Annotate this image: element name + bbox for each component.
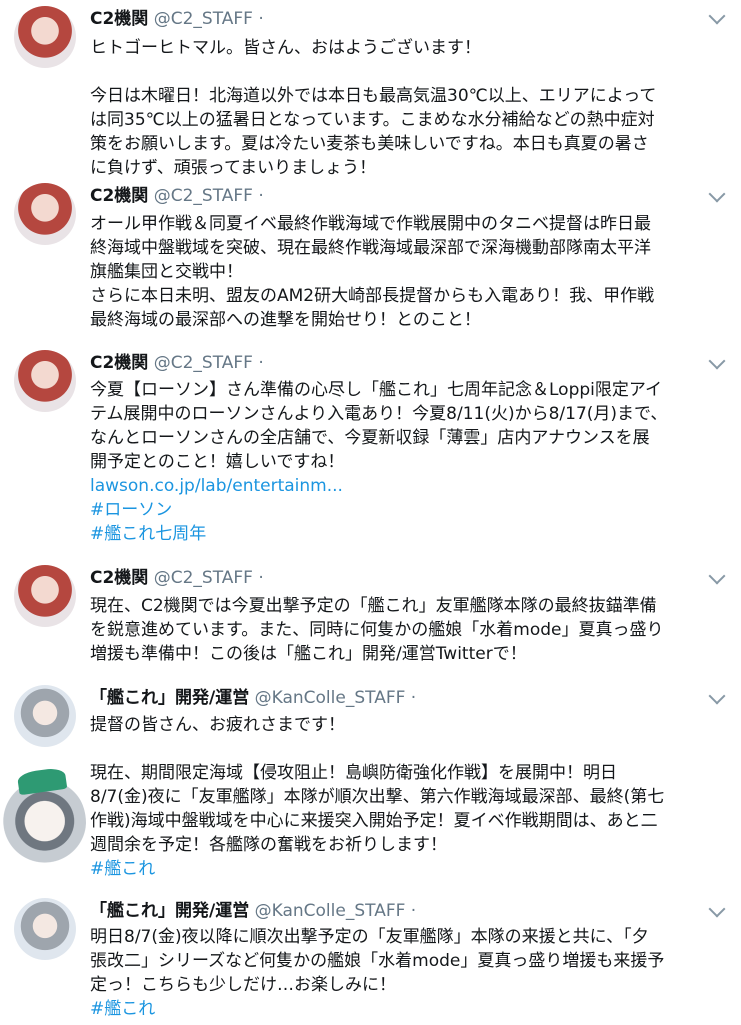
tweet-text: ヒトゴーヒトマル。皆さん、おはようございます！ 今日は木曜日！北海道以外では本日…: [90, 38, 657, 178]
author-handle[interactable]: @KanColle_STAFF ·: [255, 901, 417, 921]
avatar[interactable]: [14, 898, 76, 960]
chevron-down-icon[interactable]: [708, 687, 726, 705]
avatar[interactable]: [14, 685, 76, 747]
hashtag[interactable]: #艦これ七周年: [90, 522, 725, 546]
author-handle[interactable]: @C2_STAFF ·: [154, 568, 264, 588]
avatar[interactable]: [14, 183, 76, 245]
hashtag[interactable]: #艦これ: [90, 997, 725, 1021]
chevron-down-icon[interactable]: [708, 567, 726, 585]
author-name[interactable]: 「艦これ」開発/運営: [90, 688, 249, 708]
tweet-text: 今夏【ローソン】さん準備の心尽し「艦これ」七周年記念＆Loppi限定アイ テム展…: [90, 378, 725, 546]
tweet-link[interactable]: lawson.co.jp/lab/entertainm...: [90, 474, 725, 498]
tweet-text: オール甲作戦＆同夏イベ最終作戦海域で作戦展開中のタニベ提督は昨日最 終海域中盤戦…: [90, 214, 655, 330]
chevron-down-icon[interactable]: [708, 185, 726, 203]
author-handle[interactable]: @KanColle_STAFF ·: [255, 688, 417, 708]
hashtag[interactable]: #ローソン: [90, 498, 725, 522]
author-handle[interactable]: @C2_STAFF ·: [154, 186, 264, 206]
chevron-down-icon[interactable]: [708, 7, 726, 25]
author-name[interactable]: C2機関: [90, 186, 148, 206]
author-name[interactable]: C2機関: [90, 9, 148, 29]
tweet-text: 明日8/7(金)夜以降に順次出撃予定の「友軍艦隊」本隊の来援と共に、「夕 張改二…: [90, 925, 725, 1021]
avatar[interactable]: [14, 350, 76, 412]
author-handle[interactable]: @C2_STAFF ·: [154, 9, 264, 29]
character-illustration: [0, 776, 86, 870]
author-name[interactable]: C2機関: [90, 353, 148, 373]
tweet-text: 提督の皆さん、お疲れさまです！ 現在、期間限定海域【侵攻阻止！島嶼防衛強化作戦】…: [90, 713, 725, 881]
avatar[interactable]: [14, 6, 76, 68]
author-name[interactable]: 「艦これ」開発/運営: [90, 901, 249, 921]
chevron-down-icon[interactable]: [708, 900, 726, 918]
tweet-text: 現在、C2機関では今夏出撃予定の「艦これ」友軍艦隊本隊の最終抜錨準備 を鋭意進め…: [90, 596, 664, 664]
author-handle[interactable]: @C2_STAFF ·: [154, 353, 264, 373]
hashtag[interactable]: #艦これ: [90, 857, 725, 881]
chevron-down-icon[interactable]: [708, 352, 726, 370]
author-name[interactable]: C2機関: [90, 568, 148, 588]
avatar[interactable]: [14, 565, 76, 627]
